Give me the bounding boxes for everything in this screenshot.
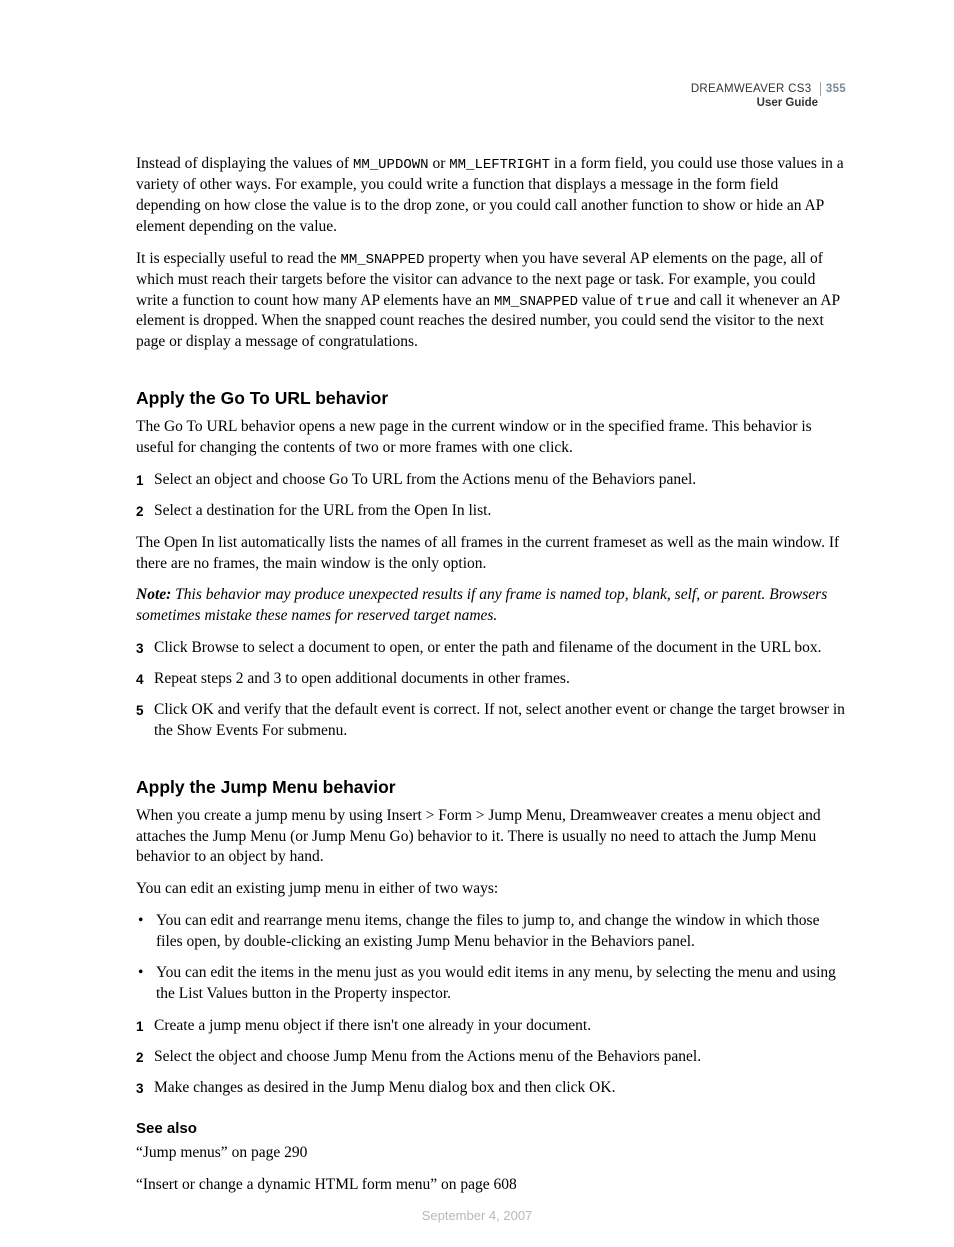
see-also-link-jump-menus: “Jump menus” on page 290 [136, 1143, 846, 1164]
code-mm-snapped: MM_SNAPPED [340, 252, 424, 268]
code-true: true [636, 294, 670, 310]
step-1: 1 Select an object and choose Go To URL … [136, 470, 846, 491]
open-in-paragraph: The Open In list automatically lists the… [136, 533, 846, 575]
heading-jump-menu: Apply the Jump Menu behavior [136, 776, 846, 800]
jm-step-1: 1 Create a jump menu object if there isn… [136, 1016, 846, 1037]
jump-menu-steps: 1 Create a jump menu object if there isn… [136, 1016, 846, 1099]
step-4: 4 Repeat steps 2 and 3 to open additiona… [136, 669, 846, 690]
go-to-url-steps-3-5: 3 Click Browse to select a document to o… [136, 638, 846, 742]
note-frame-names: Note: This behavior may produce unexpect… [136, 585, 846, 627]
jm-step-3: 3 Make changes as desired in the Jump Me… [136, 1078, 846, 1099]
page-number: 355 [820, 82, 846, 96]
footer-date: September 4, 2007 [0, 1208, 954, 1223]
go-to-url-intro: The Go To URL behavior opens a new page … [136, 417, 846, 459]
product-name: DREAMWEAVER CS3 [691, 83, 812, 95]
step-5: 5 Click OK and verify that the default e… [136, 700, 846, 742]
jump-menu-lead: You can edit an existing jump menu in ei… [136, 879, 846, 900]
step-2: 2 Select a destination for the URL from … [136, 501, 846, 522]
go-to-url-steps-1-2: 1 Select an object and choose Go To URL … [136, 470, 846, 522]
intro-paragraph-2: It is especially useful to read the MM_S… [136, 249, 846, 354]
code-mm-leftright: MM_LEFTRIGHT [449, 157, 550, 173]
code-mm-updown: MM_UPDOWN [353, 157, 429, 173]
intro-paragraph-1: Instead of displaying the values of MM_U… [136, 154, 846, 238]
body-content: Instead of displaying the values of MM_U… [136, 154, 846, 1196]
step-3: 3 Click Browse to select a document to o… [136, 638, 846, 659]
doc-title: User Guide [691, 96, 846, 110]
heading-see-also: See also [136, 1119, 846, 1139]
jump-menu-bullets: • You can edit and rearrange menu items,… [136, 911, 846, 1005]
jm-step-2: 2 Select the object and choose Jump Menu… [136, 1047, 846, 1068]
running-header: DREAMWEAVER CS3 355 User Guide [691, 82, 846, 111]
page: DREAMWEAVER CS3 355 User Guide Instead o… [0, 0, 954, 1247]
see-also-link-dynamic-menu: “Insert or change a dynamic HTML form me… [136, 1175, 846, 1196]
jump-menu-intro: When you create a jump menu by using Ins… [136, 806, 846, 869]
heading-go-to-url: Apply the Go To URL behavior [136, 387, 846, 411]
bullet-edit-behaviors: • You can edit and rearrange menu items,… [136, 911, 846, 953]
code-mm-snapped-2: MM_SNAPPED [494, 294, 578, 310]
bullet-edit-list-values: • You can edit the items in the menu jus… [136, 963, 846, 1005]
